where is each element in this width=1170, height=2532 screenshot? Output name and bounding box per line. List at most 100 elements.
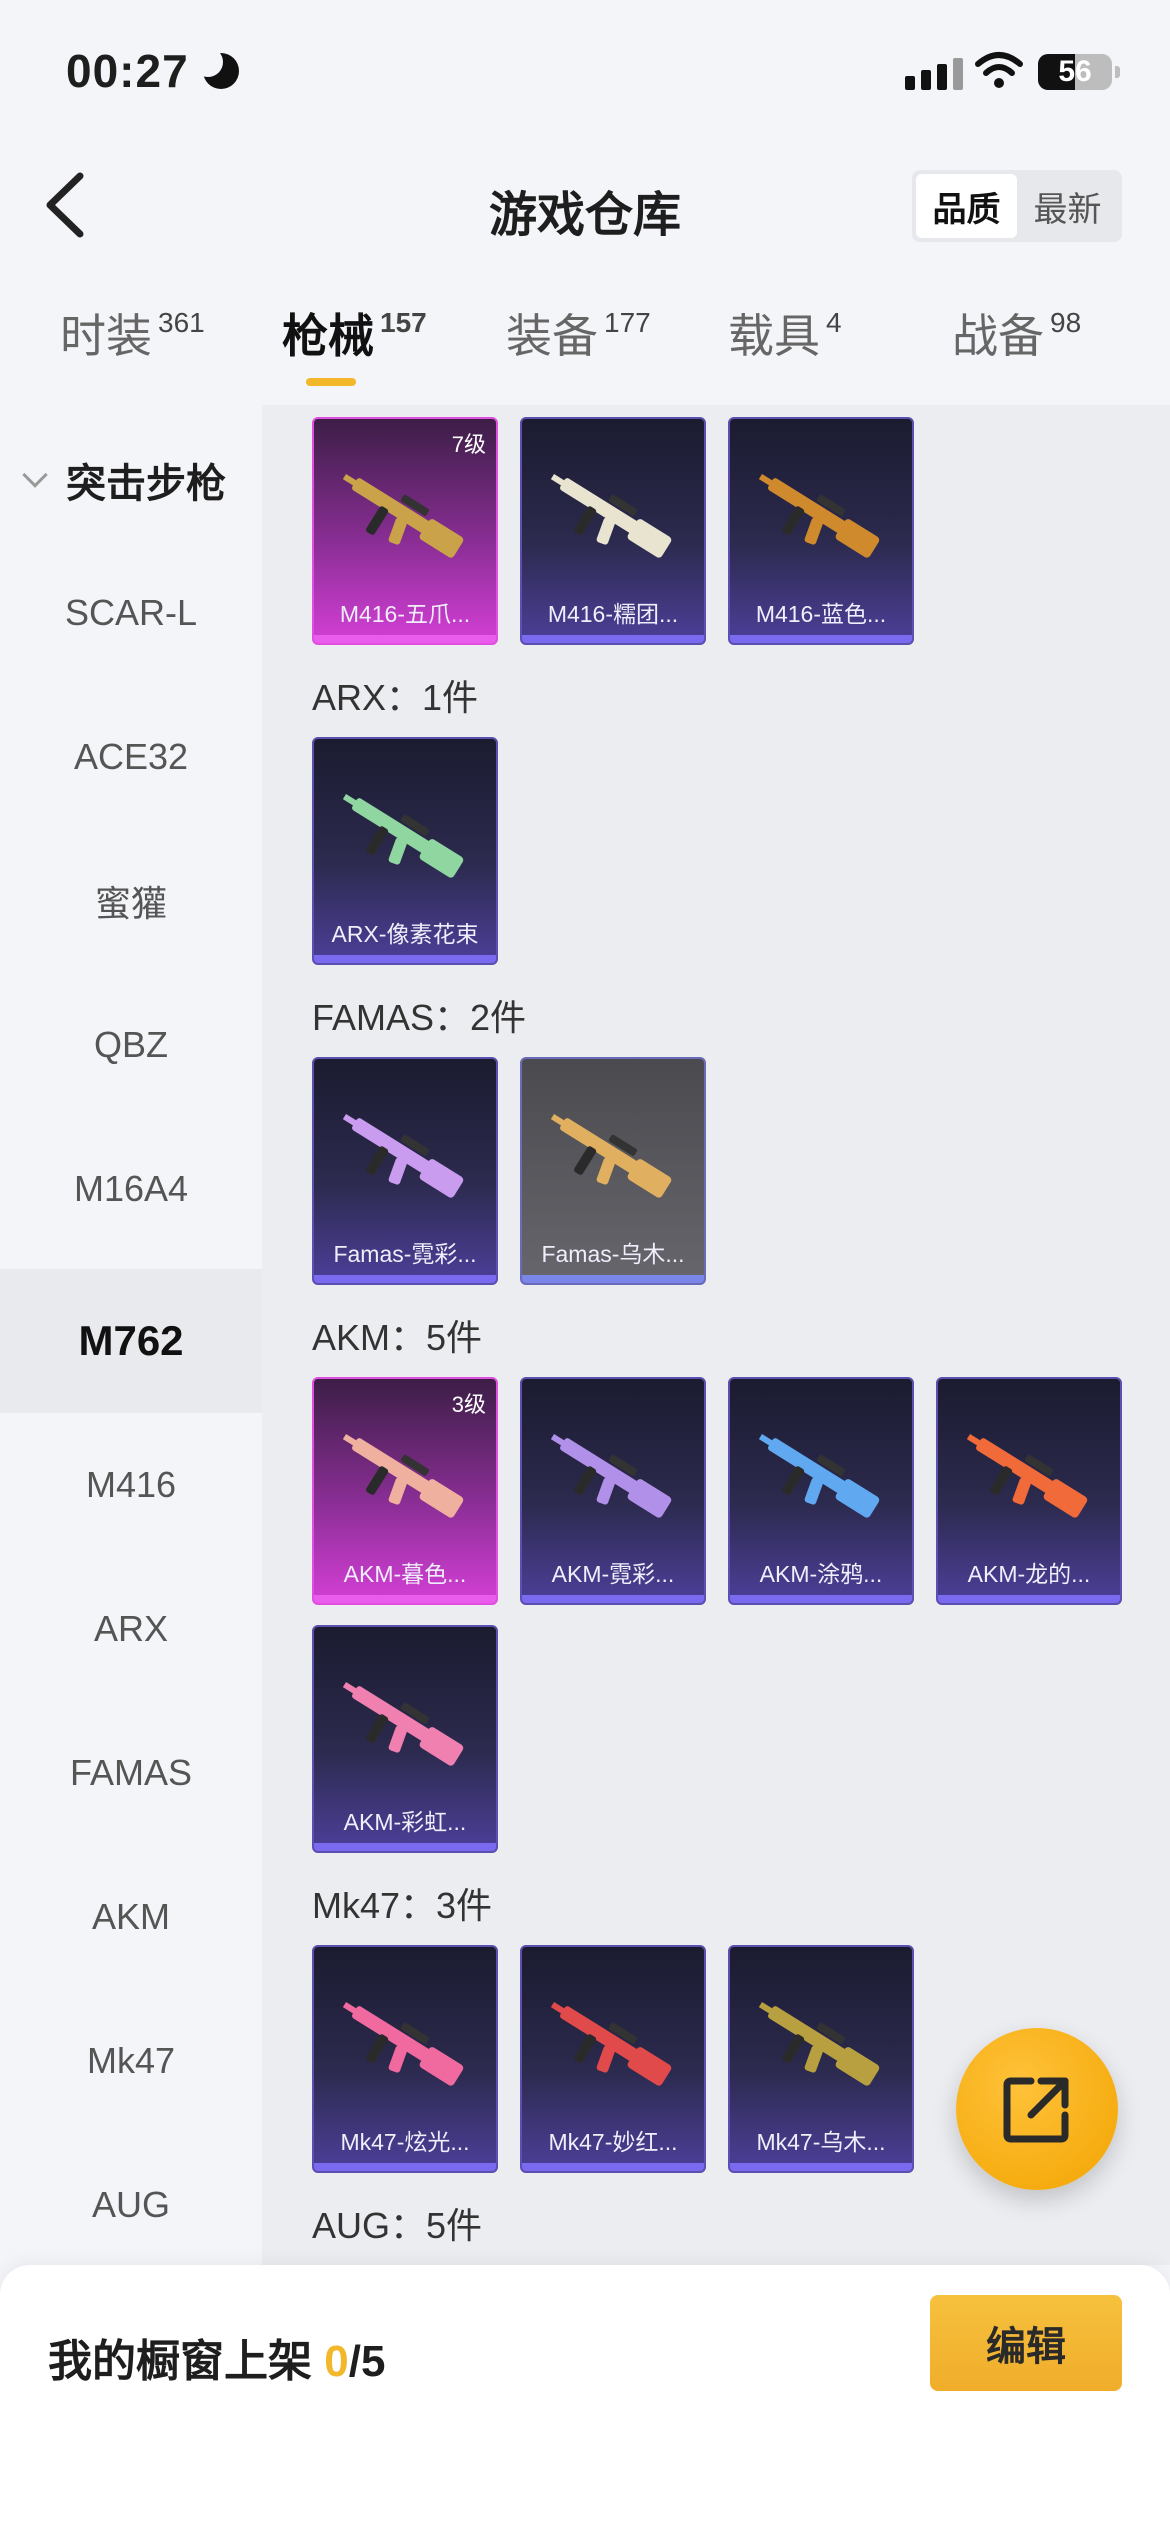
rifle-icon <box>758 1434 880 1518</box>
weapon-name: ARX-像素花束 <box>331 921 479 947</box>
moon-icon <box>192 47 239 89</box>
weapon-card[interactable]: 7级 M416-五爪... <box>312 417 498 645</box>
weapon-card[interactable]: ARX-像素花束 <box>312 737 498 965</box>
sidebar-item-qbz[interactable]: QBZ <box>0 973 262 1117</box>
level-badge: 3级 <box>451 1392 486 1417</box>
rifle-icon <box>342 1434 464 1518</box>
tab-battle-gear[interactable]: 战备 98 <box>952 300 1081 366</box>
sidebar-item-m762[interactable]: M762 <box>0 1269 262 1413</box>
rarity-bar <box>314 1843 496 1851</box>
rifle-icon <box>550 474 672 558</box>
battery-icon: 56 <box>1038 54 1120 90</box>
rarity-bar <box>314 955 496 963</box>
showcase-bar: 我的橱窗上架 0/5 编辑 <box>0 2265 1170 2532</box>
section-title: AKM：5件 <box>312 1317 483 1358</box>
sidebar-item-arx[interactable]: ARX <box>0 1557 262 1701</box>
sidebar-item-mk47[interactable]: Mk47 <box>0 1989 262 2133</box>
weapon-name: AKM-霓彩... <box>551 1561 675 1587</box>
category-tabs: 时装 361 枪械 157 装备 177 载具 4 战备 98 <box>0 300 1170 400</box>
cellular-signal-icon <box>905 58 963 90</box>
sidebar-item-m416[interactable]: M416 <box>0 1413 262 1557</box>
sort-option-newest[interactable]: 最新 <box>1017 174 1118 238</box>
rifle-icon <box>342 474 464 558</box>
clock-text: 00:27 <box>66 45 189 97</box>
weapon-card[interactable]: M416-蓝色... <box>728 417 914 645</box>
section-title: ARX：1件 <box>312 677 479 718</box>
sidebar-item-akm[interactable]: AKM <box>0 1845 262 1989</box>
rifle-icon <box>342 1682 464 1766</box>
weapon-name: M416-蓝色... <box>755 601 887 627</box>
weapon-card[interactable]: Mk47-炫光... <box>312 1945 498 2173</box>
sidebar-item-famas[interactable]: FAMAS <box>0 1701 262 1845</box>
sidebar-item-ace32[interactable]: ACE32 <box>0 685 262 829</box>
weapon-name: Mk47-乌木... <box>756 2129 886 2155</box>
rarity-bar <box>522 1595 704 1603</box>
showcase-count: 0 <box>324 2337 349 2386</box>
chevron-down-icon <box>22 462 48 488</box>
rarity-bar <box>522 1275 704 1283</box>
weapon-card[interactable]: AKM-龙的... <box>936 1377 1122 1605</box>
rarity-bar <box>522 635 704 643</box>
level-badge: 7级 <box>451 432 486 457</box>
weapon-card[interactable]: AKM-霓彩... <box>520 1377 706 1605</box>
weapon-name: AKM-彩虹... <box>343 1809 467 1835</box>
rifle-icon <box>550 1114 672 1198</box>
weapon-card[interactable]: Mk47-乌木... <box>728 1945 914 2173</box>
section-title: FAMAS：2件 <box>312 997 527 1038</box>
tab-guns[interactable]: 枪械 157 <box>282 300 427 366</box>
rifle-icon <box>550 2002 672 2086</box>
tab-equipment[interactable]: 装备 177 <box>506 300 651 366</box>
rarity-bar <box>730 635 912 643</box>
weapon-grid: 7级 M416-五爪... M416-糯团... M416-蓝色... ARX：1件 AR… <box>262 405 1170 2265</box>
rarity-bar <box>314 635 496 643</box>
rarity-bar <box>314 1595 496 1603</box>
tab-vehicles[interactable]: 载具 4 <box>728 300 842 366</box>
showcase-label: 我的橱窗上架 <box>48 2337 325 2386</box>
rifle-icon <box>758 2002 880 2086</box>
rifle-icon <box>966 1434 1088 1518</box>
weapon-card[interactable]: M416-糯团... <box>520 417 706 645</box>
weapon-name: Famas-乌木... <box>541 1241 685 1267</box>
rifle-icon <box>342 2002 464 2086</box>
weapon-card[interactable]: Famas-乌木... <box>520 1057 706 1285</box>
rarity-bar <box>730 1595 912 1603</box>
rifle-icon <box>342 1114 464 1198</box>
tab-fashion[interactable]: 时装 361 <box>60 300 205 366</box>
rarity-bar <box>938 1595 1120 1603</box>
sort-toggle[interactable]: 品质 最新 <box>912 170 1122 242</box>
active-tab-indicator <box>306 378 356 386</box>
weapon-card[interactable]: Famas-霓彩... <box>312 1057 498 1285</box>
weapon-card[interactable]: 3级 AKM-暮色... <box>312 1377 498 1605</box>
sidebar-item-m16a4[interactable]: M16A4 <box>0 1117 262 1261</box>
weapon-name: M416-五爪... <box>339 601 471 627</box>
weapon-card[interactable]: AKM-涂鸦... <box>728 1377 914 1605</box>
rifle-icon <box>758 474 880 558</box>
wifi-icon <box>975 52 1023 88</box>
weapon-name: Famas-霓彩... <box>333 1241 477 1267</box>
sidebar-group-label: 突击步枪 <box>66 462 226 506</box>
weapon-name: Mk47-炫光... <box>340 2129 470 2155</box>
weapon-card[interactable]: Mk47-妙红... <box>520 1945 706 2173</box>
weapon-name: M416-糯团... <box>547 601 679 627</box>
sort-option-quality[interactable]: 品质 <box>916 174 1017 238</box>
weapon-name: AKM-暮色... <box>343 1561 467 1587</box>
sidebar-item-scar-l[interactable]: SCAR-L <box>0 541 262 685</box>
weapon-name: Mk47-妙红... <box>548 2129 678 2155</box>
showcase-total: /5 <box>348 2337 386 2386</box>
rarity-bar <box>314 1275 496 1283</box>
section-title: AUG：5件 <box>312 2205 483 2246</box>
rifle-icon <box>550 1434 672 1518</box>
edit-button[interactable]: 编辑 <box>930 2295 1122 2391</box>
sidebar-item-honey-badger[interactable]: 蜜獾 <box>0 829 262 973</box>
rarity-bar <box>730 2163 912 2171</box>
sidebar-group-assault-rifles[interactable]: 突击步枪 <box>0 445 262 515</box>
rarity-bar <box>314 2163 496 2171</box>
showcase-status: 我的橱窗上架 0/5 <box>48 2325 385 2389</box>
share-external-icon <box>1003 2077 1069 2143</box>
weapon-card[interactable]: AKM-彩虹... <box>312 1625 498 1853</box>
share-button[interactable] <box>956 2028 1118 2190</box>
weapon-name: AKM-龙的... <box>967 1561 1091 1587</box>
weapon-name: AKM-涂鸦... <box>759 1561 883 1587</box>
status-time: 00:27 <box>66 44 239 98</box>
sidebar-item-aug[interactable]: AUG <box>0 2133 262 2277</box>
